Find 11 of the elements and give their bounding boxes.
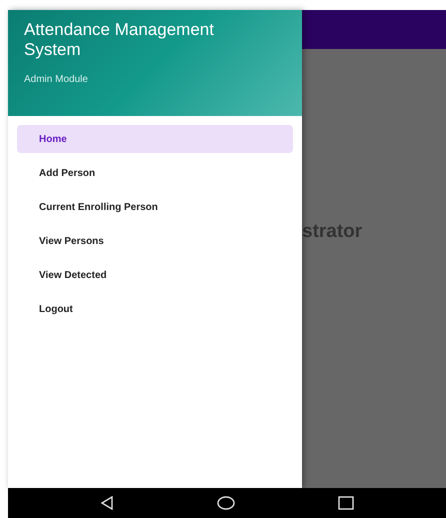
app-title: Attendance Management System xyxy=(24,20,215,60)
menu-item[interactable]: View Persons xyxy=(17,227,293,255)
menu-item[interactable]: Current Enrolling Person xyxy=(17,193,293,221)
menu-item[interactable]: Home xyxy=(17,125,293,153)
menu-item[interactable]: View Detected xyxy=(17,261,293,289)
back-icon[interactable] xyxy=(100,496,114,510)
overview-icon[interactable] xyxy=(338,496,354,510)
menu-item[interactable]: Logout xyxy=(17,295,293,323)
menu-item[interactable]: Add Person xyxy=(17,159,293,187)
home-icon[interactable] xyxy=(216,496,235,510)
subtitle: Admin Module xyxy=(24,74,88,85)
